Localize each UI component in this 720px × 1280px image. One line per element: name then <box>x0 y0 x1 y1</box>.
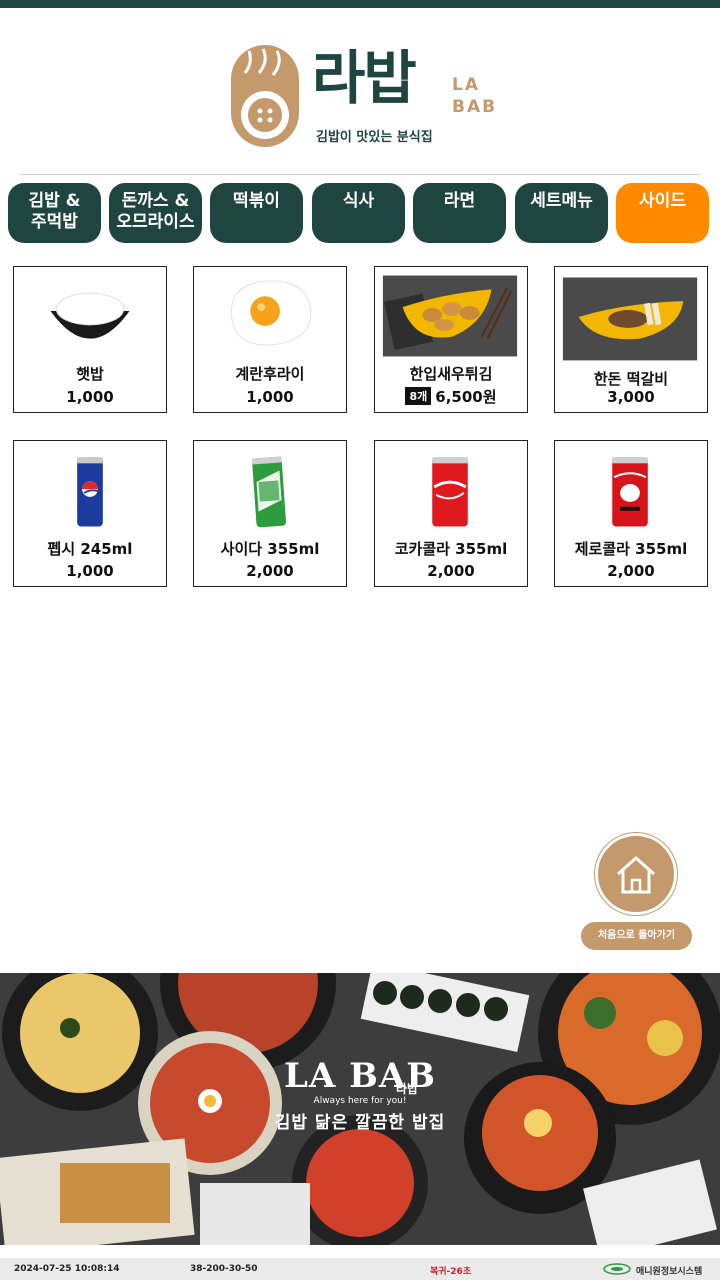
tab-label: 식사 <box>342 191 375 211</box>
tab-tteokbokki[interactable]: 떡볶이 <box>210 183 303 243</box>
tab-label-line1: 돈까스 & <box>121 191 190 211</box>
brand-logo: 라밥 LA BAB 김밥이 맛있는 분식집 <box>0 40 720 150</box>
product-name: 펩시 245ml <box>47 540 133 558</box>
zero-coke-can-icon <box>612 457 648 527</box>
tab-set-menu[interactable]: 세트메뉴 <box>515 183 608 243</box>
coke-can-icon <box>432 457 468 527</box>
product-card-zero-coke[interactable]: 제로콜라 355ml 2,000 <box>554 440 708 587</box>
banner-logo-kr: 라밥 <box>396 1082 419 1096</box>
shrimp-tempura-icon <box>382 275 518 357</box>
product-price: 6,500원 <box>435 388 497 406</box>
company-logo-icon <box>603 1263 631 1275</box>
product-card-rice[interactable]: 햇밥 1,000 <box>13 266 167 413</box>
logo-en-line1: LA <box>452 75 480 95</box>
tab-side[interactable]: 사이드 <box>616 183 709 243</box>
banner-center: LA BAB 라밥 Always here for you! 김밥 닮은 깔끔한… <box>260 1058 460 1133</box>
logo-title: 라밥 <box>312 44 417 112</box>
banner-slogan: 김밥 닮은 깔끔한 밥집 <box>274 1113 446 1133</box>
tteokgalbi-icon <box>562 277 698 361</box>
product-name: 한돈 떡갈비 <box>593 370 669 388</box>
quantity-badge: 8개 <box>405 387 432 405</box>
product-name: 계란후라이 <box>235 365 305 383</box>
header-divider <box>20 174 700 175</box>
back-to-start-button[interactable]: 처음으로 돌아가기 <box>581 922 692 950</box>
product-card-cider[interactable]: 사이다 355ml 2,000 <box>193 440 347 587</box>
status-code: 38-200-30-50 <box>190 1264 258 1274</box>
category-tabs: 김밥 & 주먹밥 돈까스 & 오므라이스 떡볶이 식사 라면 세트메뉴 사이드 <box>8 183 712 245</box>
fried-egg-icon <box>231 280 312 346</box>
product-price: 2,000 <box>246 562 294 580</box>
logo-emblem-icon <box>231 45 299 147</box>
tab-label-line2: 주먹밥 <box>31 212 78 232</box>
tab-ramen[interactable]: 라면 <box>413 183 506 243</box>
product-price: 1,000 <box>66 388 114 406</box>
product-card-pepsi[interactable]: 펩시 245ml 1,000 <box>13 440 167 587</box>
product-price: 3,000 <box>607 388 655 406</box>
tab-donkatsu[interactable]: 돈까스 & 오므라이스 <box>109 183 202 243</box>
cider-can-icon <box>251 456 286 528</box>
product-name: 코카콜라 355ml <box>394 540 508 558</box>
tab-label-line1: 김밥 & <box>28 191 81 211</box>
product-price: 2,000 <box>427 562 475 580</box>
logo-tagline: 김밥이 맛있는 분식집 <box>316 130 433 145</box>
status-bar: 2024-07-25 10:08:14 38-200-30-50 복귀-26초 … <box>0 1258 720 1280</box>
home-icon <box>617 856 655 894</box>
status-company: 애니원정보시스템 <box>636 1267 703 1277</box>
status-datetime: 2024-07-25 10:08:14 <box>14 1264 120 1274</box>
top-accent-bar <box>0 0 720 8</box>
rice-bowl-icon <box>50 292 130 339</box>
product-card-coca-cola[interactable]: 코카콜라 355ml 2,000 <box>374 440 528 587</box>
home-button[interactable] <box>595 833 677 915</box>
tab-label: 라면 <box>443 191 476 211</box>
product-card-fried-egg[interactable]: 계란후라이 1,000 <box>193 266 347 413</box>
banner-subline: Always here for you! <box>313 1096 407 1106</box>
product-name: 한입새우튀김 <box>409 365 493 383</box>
promo-banner: LA BAB 라밥 Always here for you! 김밥 닮은 깔끔한… <box>0 973 720 1245</box>
tab-meal[interactable]: 식사 <box>312 183 405 243</box>
product-name: 햇밥 <box>76 365 104 383</box>
product-price: 2,000 <box>607 562 655 580</box>
product-price: 1,000 <box>66 562 114 580</box>
pepsi-can-icon <box>77 457 103 527</box>
product-price: 1,000 <box>246 388 294 406</box>
product-card-tteokgalbi[interactable]: 한돈 떡갈비 3,000 <box>554 266 708 413</box>
tab-label: 사이드 <box>639 191 686 211</box>
product-name: 제로콜라 355ml <box>574 540 688 558</box>
tab-kimbap[interactable]: 김밥 & 주먹밥 <box>8 183 101 243</box>
product-price-row: 8개 6,500원 <box>375 386 527 407</box>
status-return-timer: 복귀-26초 <box>430 1267 472 1277</box>
banner-logo: LA BAB <box>284 1056 436 1096</box>
product-card-shrimp-tempura[interactable]: 한입새우튀김 8개 6,500원 <box>374 266 528 413</box>
product-name: 사이다 355ml <box>220 540 320 558</box>
logo-english: LA BAB <box>452 74 497 118</box>
tab-label: 떡볶이 <box>233 191 280 211</box>
tab-label: 세트메뉴 <box>530 191 593 211</box>
logo-en-line2: BAB <box>452 97 498 117</box>
tab-label-line2: 오므라이스 <box>116 212 195 232</box>
